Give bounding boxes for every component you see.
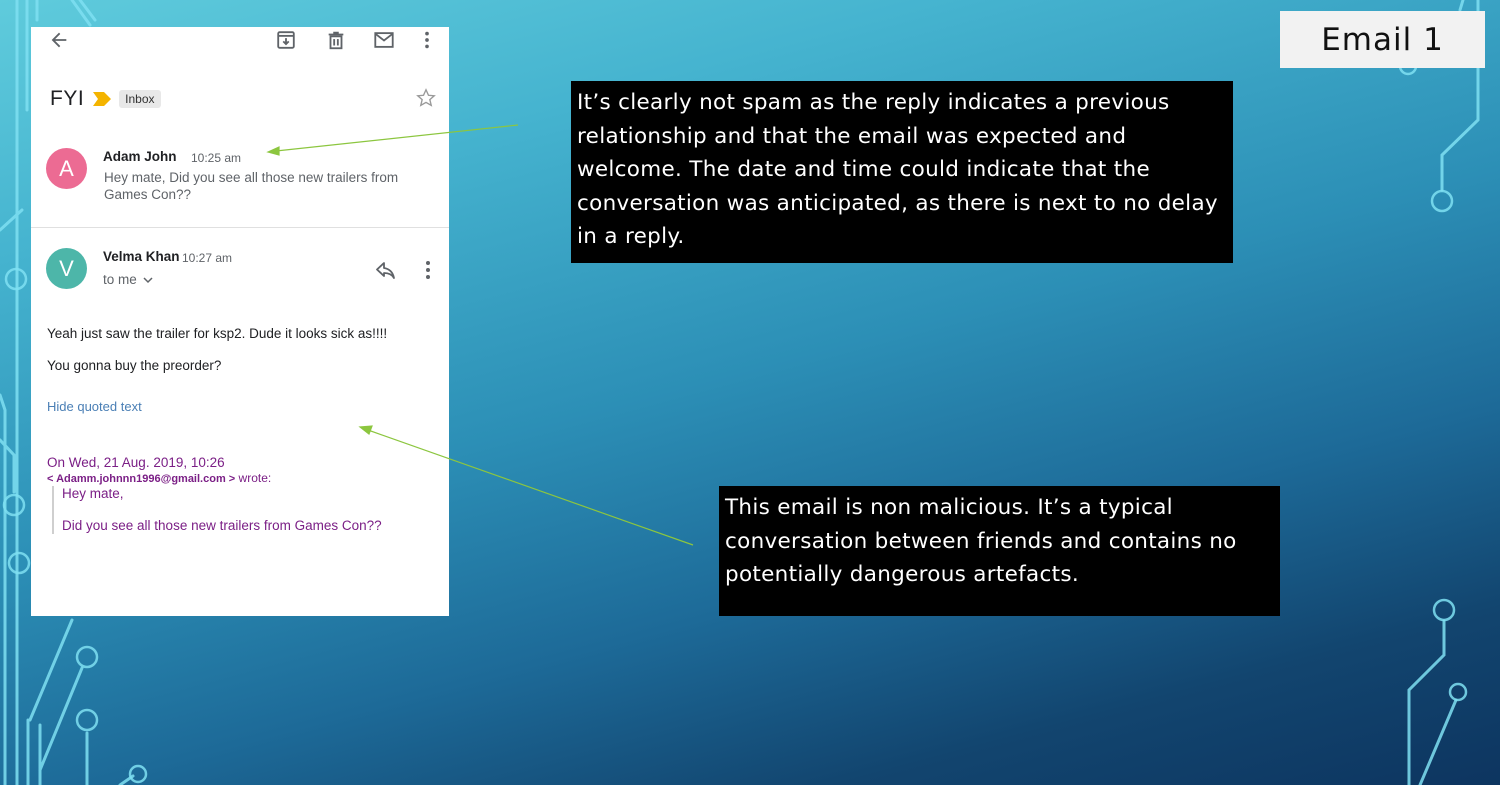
mark-unread-icon[interactable] [372,28,396,52]
quoted-line: Hey mate, [62,486,124,501]
circuit-line [1458,0,1465,12]
importance-marker-icon[interactable] [93,92,112,106]
recipient-details-toggle[interactable]: to me [103,272,153,287]
message-body-line: You gonna buy the preorder? [47,358,222,373]
circuit-node [75,708,99,732]
message-time: 10:25 am [191,151,242,165]
circuit-line [0,393,7,785]
inbox-label-chip[interactable]: Inbox [119,90,161,108]
star-icon[interactable] [415,87,437,109]
recipient-label: to me [103,272,137,287]
sender-name: Adam John [103,149,177,164]
message-collapsed[interactable]: A Adam John 10:25 am Hey mate, Did you s… [31,145,449,227]
sender-name: Velma Khan [103,249,180,264]
message-snippet: Hey mate, Did you see all those new trai… [104,170,399,202]
archive-icon[interactable] [274,28,298,52]
hide-quoted-text-link[interactable]: Hide quoted text [47,399,142,414]
quote-date: On Wed, 21 Aug. 2019, 10:26 [47,455,225,470]
circuit-line [1418,698,1458,785]
subject-row: FYI Inbox [50,85,449,113]
quote-from-line: < Adamm.johnnn1996@gmail.com > wrote: [47,471,271,485]
email-subject: FYI [50,87,85,110]
quoted-line: Did you see all those new trailers from … [62,518,382,533]
chevron-down-icon [143,276,153,283]
circuit-node [1432,598,1456,622]
circuit-line [78,0,97,22]
circuit-line [0,438,16,494]
avatar: V [46,248,87,289]
more-vert-icon[interactable] [415,28,439,52]
callout-analysis: It’s clearly not spam as the reply indic… [571,81,1233,263]
email-screenshot: FYI Inbox A Adam John 10:25 am Hey mate,… [31,27,449,616]
reply-icon[interactable] [374,258,398,282]
callout-verdict: This email is non malicious. It’s a typi… [719,486,1280,616]
quote-attribution: On Wed, 21 Aug. 2019, 10:26 < Adamm.john… [47,455,271,485]
circuit-node [2,493,26,517]
circuit-line [0,208,24,232]
circuit-node [128,764,148,784]
message-time: 10:27 am [182,251,233,265]
circuit-node [75,645,99,669]
message-expanded-header: V Velma Khan 10:27 am to me [31,247,449,297]
back-arrow-icon[interactable] [47,28,71,52]
more-vert-icon[interactable] [416,258,440,282]
slide-title: Email 1 [1280,11,1485,68]
circuit-line [1407,619,1446,785]
quote-sender-email[interactable]: < Adamm.johnnn1996@gmail.com > [47,473,235,485]
circuit-node [1448,682,1468,702]
divider [31,227,449,228]
quote-wrote: wrote: [238,471,272,485]
delete-icon[interactable] [324,28,348,52]
message-body-line: Yeah just saw the trailer for ksp2. Dude… [47,326,388,341]
circuit-node [7,551,31,575]
avatar: A [46,148,87,189]
circuit-node [1430,189,1454,213]
email-toolbar [31,27,449,53]
quoted-text-block: Hey mate, Did you see all those new trai… [52,486,382,534]
